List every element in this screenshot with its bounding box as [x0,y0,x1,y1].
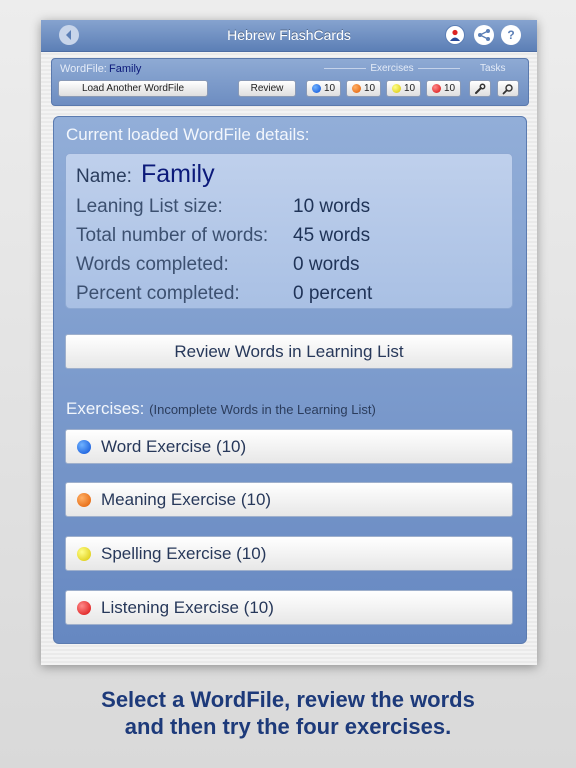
spelling-exercise-count-button[interactable]: 10 [386,80,421,97]
wrench-icon[interactable] [469,80,491,97]
count-label: 10 [363,83,376,94]
details-heading: Current loaded WordFile details: [66,125,310,144]
spelling-exercise-button[interactable]: Spelling Exercise (10) [65,536,513,571]
percent-completed-value: 0 percent [293,283,373,304]
exercises-subtitle: (Incomplete Words in the Learning List) [149,402,376,417]
name-label: Name: [76,166,132,187]
listening-exercise-button[interactable]: Listening Exercise (10) [65,590,513,625]
search-icon[interactable] [497,80,519,97]
count-label: 10 [323,83,336,94]
exercise-label: Listening Exercise (10) [101,597,274,617]
blue-dot-icon [311,84,321,93]
meaning-exercise-count-button[interactable]: 10 [346,80,381,97]
exercises-label: Exercises [370,63,414,74]
count-label: 10 [443,83,456,94]
wordfile-toolbar: WordFile: Family Exercises Tasks Load An… [51,58,529,106]
learning-list-size-value: 10 words [293,196,371,217]
orange-dot-icon [77,492,91,507]
exercises-header: Exercises [324,63,461,74]
exercises-title: Exercises: (Incomplete Words in the Lear… [66,399,376,419]
navigation-bar: Hebrew FlashCards ? [41,20,537,52]
share-icon[interactable] [474,25,494,45]
orange-dot-icon [351,84,361,93]
yellow-dot-icon [77,546,91,561]
words-completed-value: 0 words [293,254,360,275]
red-dot-icon [431,84,441,93]
divider [417,68,461,69]
yellow-dot-icon [391,84,401,93]
total-words-value: 45 words [293,225,371,246]
percent-completed-label: Percent completed: [76,283,240,304]
blue-dot-icon [77,439,91,454]
tasks-label: Tasks [480,63,506,74]
wordfile-name: Family [109,63,142,75]
divider [324,68,367,69]
exercise-label: Spelling Exercise (10) [101,543,267,563]
caption-line-2: and then try the four exercises. [124,714,452,739]
red-dot-icon [77,600,91,615]
help-icon[interactable]: ? [501,25,521,45]
words-completed-label: Words completed: [76,254,229,275]
learning-list-size-label: Leaning List size: [76,196,223,217]
caption-line-1: Select a WordFile, review the words [101,687,475,712]
total-words-label: Total number of words: [76,225,269,246]
listening-exercise-count-button[interactable]: 10 [426,80,461,97]
exercises-title-label: Exercises: [66,399,145,418]
wordfile-details-panel: Current loaded WordFile details: Name: F… [53,116,527,644]
review-button[interactable]: Review [238,80,296,97]
word-exercise-count-button[interactable]: 10 [306,80,341,97]
count-label: 10 [403,83,416,94]
promo-caption: Select a WordFile, review the words and … [0,686,576,740]
exercise-label: Word Exercise (10) [101,436,247,456]
load-wordfile-button[interactable]: Load Another WordFile [58,80,208,97]
exercise-label: Meaning Exercise (10) [101,489,272,509]
user-icon[interactable] [445,25,465,45]
word-exercise-button[interactable]: Word Exercise (10) [65,429,513,464]
details-box: Name: Family Leaning List size: 10 words… [65,153,513,309]
meaning-exercise-button[interactable]: Meaning Exercise (10) [65,482,513,517]
app-window: Hebrew FlashCards ? WordFile: Family Exe… [41,20,537,665]
review-learning-list-button[interactable]: Review Words in Learning List [65,334,513,369]
wordfile-label: WordFile: [60,63,107,75]
name-value: Family [141,160,215,188]
